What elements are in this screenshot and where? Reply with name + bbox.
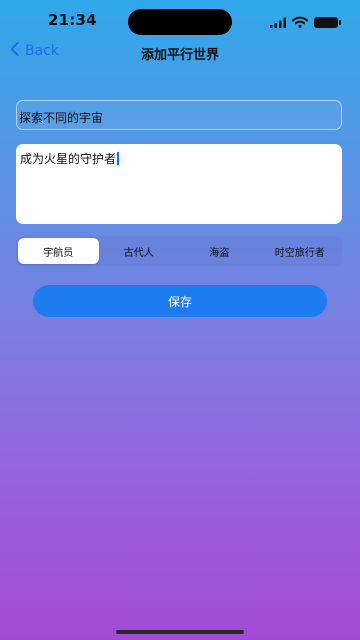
world-title-input[interactable]: 探索不同的宇宙 <box>16 100 342 130</box>
wifi-icon <box>292 13 308 32</box>
dynamic-island <box>128 9 232 35</box>
status-bar: 21:34 <box>0 0 360 42</box>
home-indicator[interactable] <box>116 630 244 634</box>
status-icons <box>270 13 341 32</box>
segment-pirate[interactable]: 海盗 <box>179 238 260 264</box>
segment-time-traveler[interactable]: 时空旅行者 <box>260 238 341 264</box>
text-cursor <box>117 152 120 165</box>
segment-astronaut[interactable]: 宇航员 <box>18 238 99 264</box>
world-description-textarea[interactable]: 成为火星的守护者 <box>16 144 342 224</box>
role-segmented-control: 宇航员 古代人 海盗 时空旅行者 <box>16 236 342 266</box>
status-time: 21:34 <box>48 11 97 29</box>
segment-ancient[interactable]: 古代人 <box>99 238 180 264</box>
battery-icon <box>314 17 341 28</box>
description-text: 成为火星的守护者 <box>20 152 117 166</box>
save-button[interactable]: 保存 <box>33 285 327 317</box>
navigation-bar: Back 添加平行世界 <box>0 40 360 66</box>
page-title: 添加平行世界 <box>140 48 219 63</box>
cellular-signal-icon <box>270 13 286 32</box>
